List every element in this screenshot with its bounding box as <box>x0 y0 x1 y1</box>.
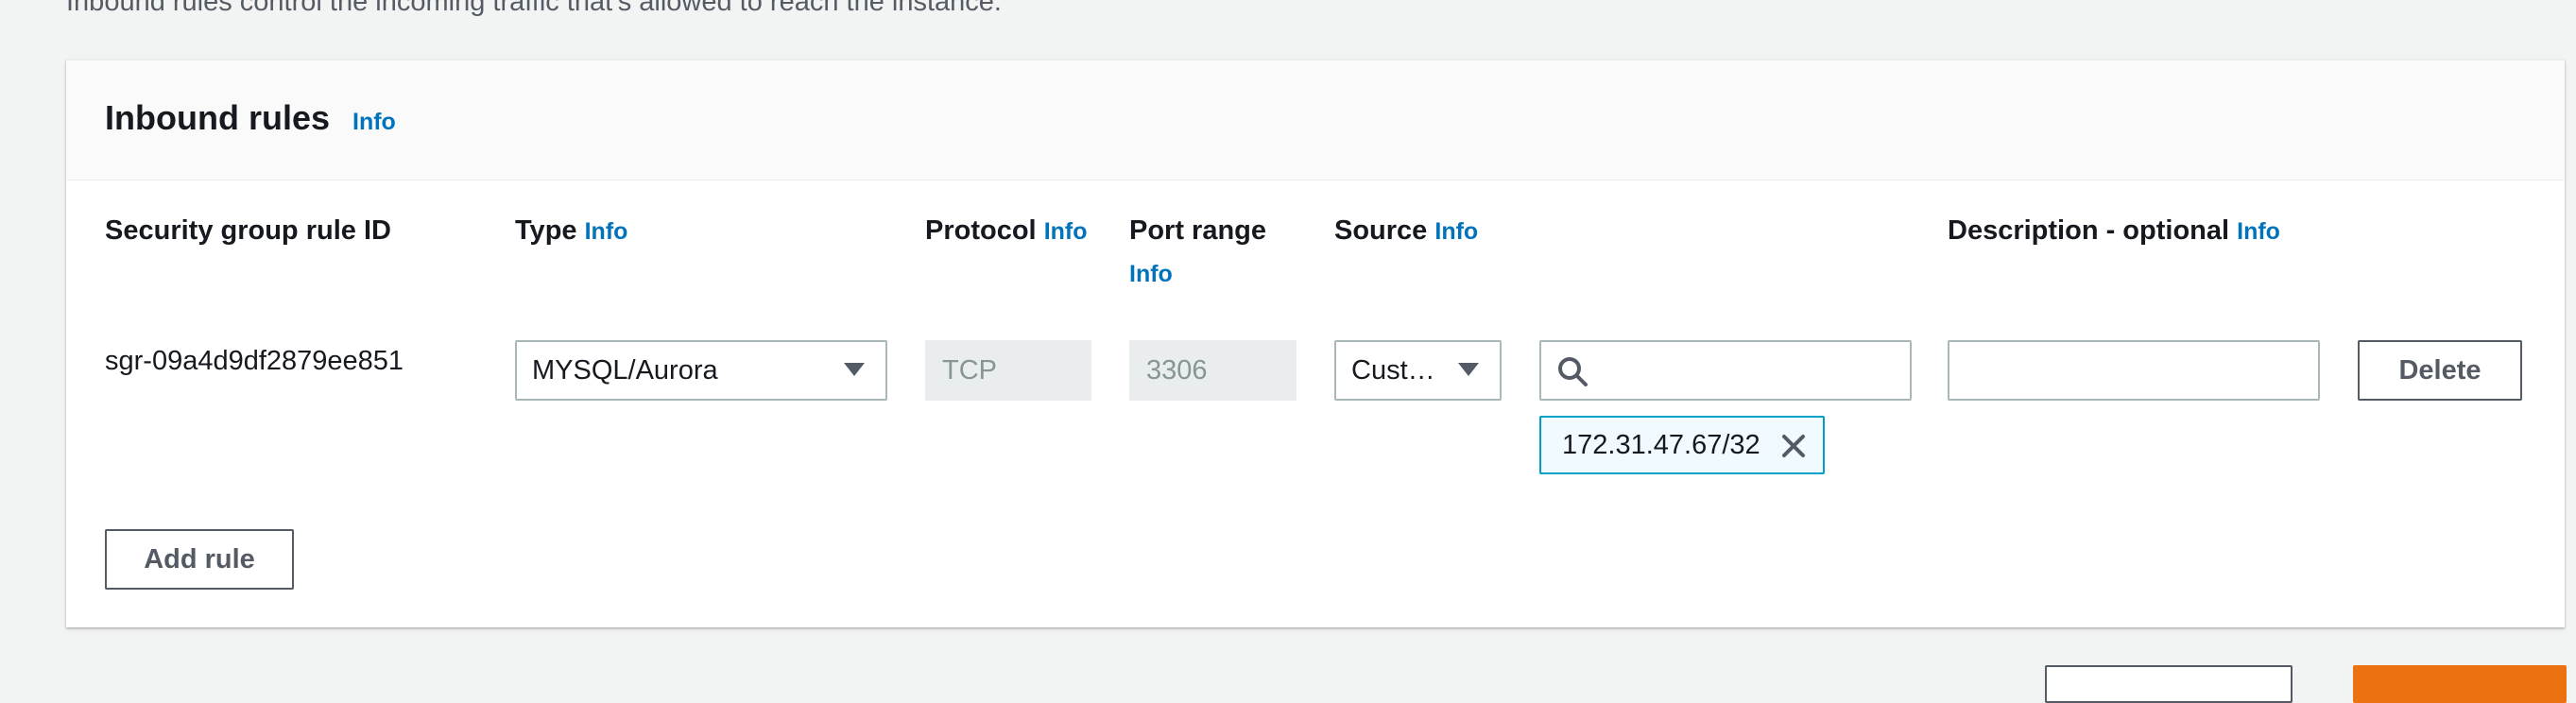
security-group-rule-id: sgr-09a4d9df2879ee851 <box>105 346 404 376</box>
type-info-link[interactable]: Info <box>585 218 628 245</box>
panel-header <box>66 60 2565 180</box>
type-select-value: MYSQL/Aurora <box>532 354 718 386</box>
panel-title-text: Inbound rules <box>105 98 330 137</box>
column-header-type-label: Type <box>515 215 577 246</box>
primary-action-button[interactable] <box>2353 665 2567 703</box>
source-token-label: 172.31.47.67/32 <box>1562 429 1760 460</box>
type-select[interactable]: MYSQL/Aurora <box>515 340 887 401</box>
port-range-field-value: 3306 <box>1146 354 1208 386</box>
cancel-button[interactable] <box>2045 665 2293 703</box>
protocol-info-link[interactable]: Info <box>1044 218 1088 245</box>
port-range-info-link[interactable]: Info <box>1129 261 1173 288</box>
column-header-description-label: Description - optional <box>1948 215 2230 246</box>
source-info-link[interactable]: Info <box>1434 218 1478 245</box>
source-search-input[interactable] <box>1539 340 1912 401</box>
source-type-select-value: Cust… <box>1351 354 1435 386</box>
column-header-source: Source Info <box>1334 215 1478 247</box>
column-header-type: Type Info <box>515 215 627 247</box>
description-input[interactable] <box>1948 340 2320 401</box>
protocol-field: TCP <box>925 340 1091 401</box>
section-description: Inbound rules control the incoming traff… <box>66 0 1002 17</box>
panel-title: Inbound rules Info <box>105 98 396 138</box>
column-header-protocol-label: Protocol <box>925 215 1037 246</box>
port-range-field: 3306 <box>1129 340 1297 401</box>
caret-down-icon <box>844 363 865 376</box>
inbound-rules-panel: Inbound rules Info Security group rule I… <box>66 60 2565 627</box>
add-rule-button[interactable]: Add rule <box>105 529 294 590</box>
delete-rule-button[interactable]: Delete <box>2358 340 2522 401</box>
column-header-port-range: Port range <box>1129 215 1267 246</box>
protocol-field-value: TCP <box>942 354 997 386</box>
panel-title-info-link[interactable]: Info <box>352 109 396 135</box>
column-header-source-label: Source <box>1334 215 1428 246</box>
column-header-rule-id: Security group rule ID <box>105 215 391 246</box>
source-type-select[interactable]: Cust… <box>1334 340 1502 401</box>
source-token: 172.31.47.67/32 <box>1539 416 1825 474</box>
description-info-link[interactable]: Info <box>2237 218 2280 245</box>
close-icon[interactable] <box>1781 434 1806 458</box>
search-icon <box>1558 357 1588 386</box>
column-header-protocol: Protocol Info <box>925 215 1088 247</box>
caret-down-icon <box>1458 363 1479 376</box>
column-header-description: Description - optional Info <box>1948 215 2280 247</box>
